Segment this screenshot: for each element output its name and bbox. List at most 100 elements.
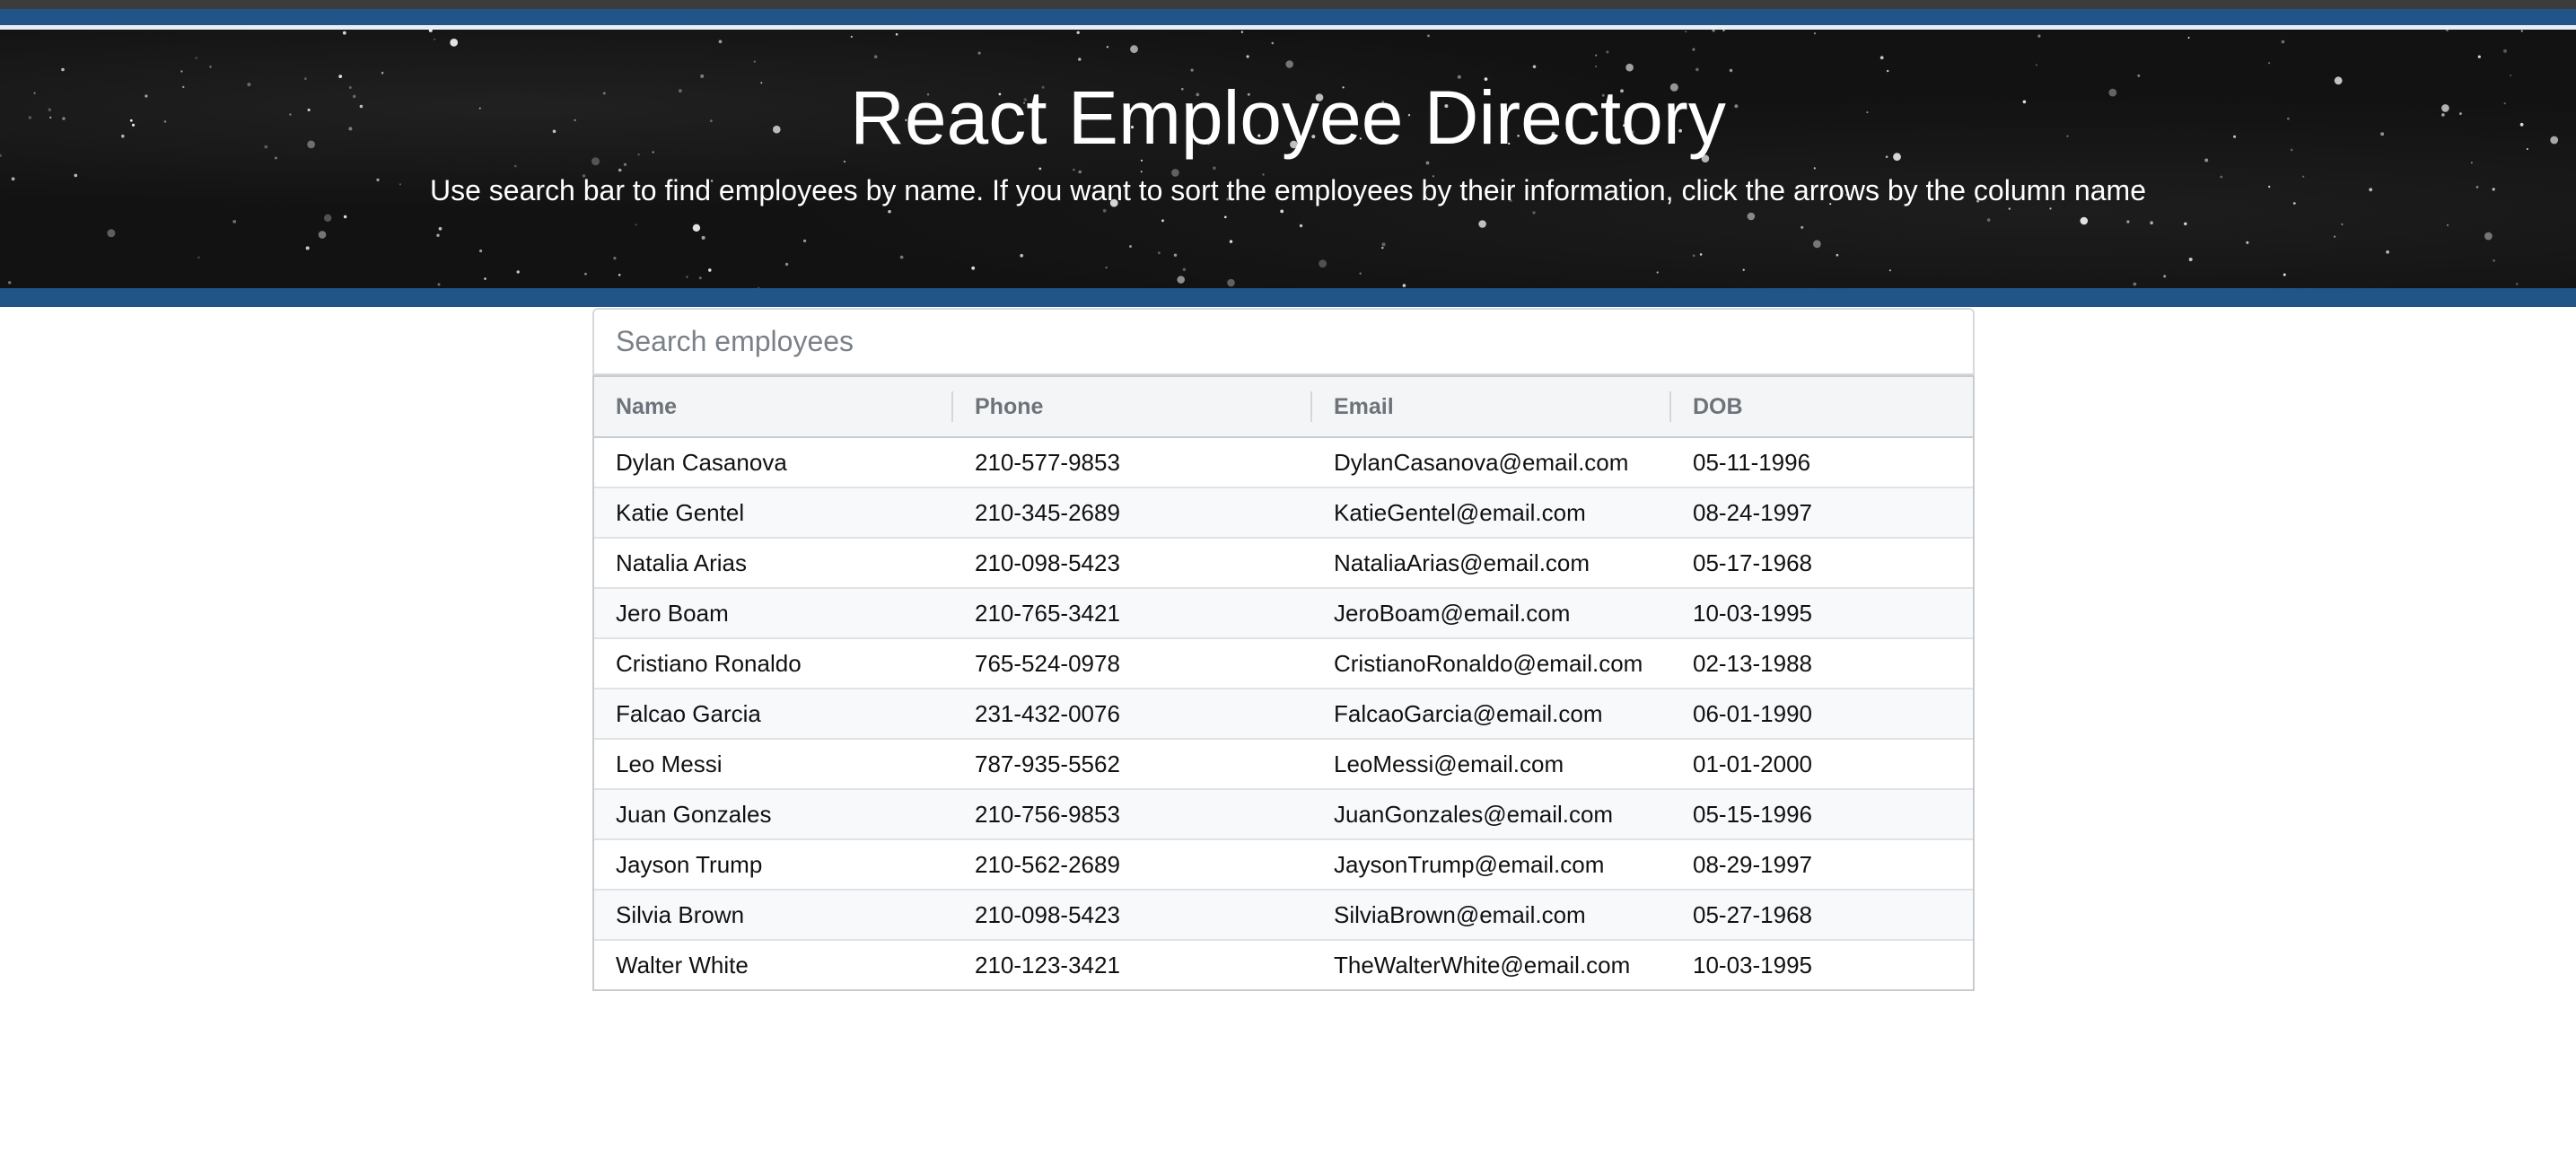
star-dot: [1227, 278, 1235, 287]
star-dot: [718, 39, 723, 44]
star-dot: [2446, 30, 2449, 31]
column-header-dob[interactable]: DOB: [1671, 375, 1973, 438]
star-dot: [1161, 219, 1164, 223]
star-dot: [209, 66, 212, 68]
star-dot: [1699, 253, 1703, 256]
star-dot: [1106, 46, 1108, 48]
star-dot: [1685, 31, 1687, 33]
star-dot: [971, 266, 976, 270]
column-header-name[interactable]: Name: [594, 375, 953, 438]
search-input[interactable]: [592, 308, 1975, 375]
star-dot: [1695, 67, 1699, 72]
cell-dob: 05-27-1968: [1671, 890, 1973, 941]
star-dot: [1271, 41, 1275, 45]
star-dot: [1712, 30, 1715, 32]
table-row: Dylan Casanova 210-577-9853 DylanCasanov…: [594, 437, 1973, 488]
star-dot: [2446, 224, 2449, 226]
column-header-email[interactable]: Email: [1312, 375, 1671, 438]
table-row: Katie Gentel 210-345-2689 KatieGentel@em…: [594, 487, 1973, 539]
star-dot: [895, 33, 898, 36]
star-dot: [2008, 207, 2011, 210]
cell-phone: 231-432-0076: [953, 689, 1312, 740]
hero-banner: React Employee Directory Use search bar …: [0, 30, 2576, 288]
cell-name: Silvia Brown: [594, 890, 953, 941]
cell-email: NataliaArias@email.com: [1312, 538, 1671, 589]
star-dot: [61, 67, 65, 72]
search-container: [592, 308, 1975, 375]
star-dot: [305, 246, 310, 250]
cell-name: Jero Boam: [594, 588, 953, 639]
star-dot: [1801, 225, 1804, 229]
star-dot: [1381, 246, 1384, 250]
star-dot: [692, 224, 701, 232]
star-dot: [784, 262, 789, 267]
star-dot: [1078, 57, 1082, 61]
cell-email: FalcaoGarcia@email.com: [1312, 689, 1671, 740]
star-dot: [753, 60, 756, 63]
star-dot: [1595, 66, 1597, 68]
star-dot: [708, 268, 712, 272]
star-dot: [1692, 254, 1695, 257]
cell-email: CristianoRonaldo@email.com: [1312, 638, 1671, 689]
cell-dob: 06-01-1990: [1671, 689, 1973, 740]
star-dot: [232, 220, 237, 224]
star-dot: [2281, 39, 2285, 44]
star-dot: [1986, 218, 1991, 222]
cell-phone: 210-756-9853: [953, 789, 1312, 840]
star-dot: [1285, 60, 1293, 68]
star-dot: [1656, 271, 1659, 274]
star-dot: [2493, 259, 2495, 262]
star-dot: [1402, 284, 1406, 287]
star-dot: [1157, 251, 1161, 255]
star-dot: [2503, 48, 2507, 53]
star-dot: [2484, 232, 2493, 241]
cell-phone: 210-765-3421: [953, 588, 1312, 639]
table-body: Dylan Casanova 210-577-9853 DylanCasanov…: [594, 437, 1973, 989]
table-row: Juan Gonzales 210-756-9853 JuanGonzales@…: [594, 789, 1973, 840]
star-dot: [1742, 268, 1745, 271]
column-header-label: Name: [616, 393, 678, 419]
column-header-phone[interactable]: Phone: [953, 375, 1312, 438]
star-dot: [1076, 31, 1080, 34]
star-dot: [1020, 253, 1024, 258]
star-dot: [2520, 30, 2523, 32]
table-row: Leo Messi 787-935-5562 LeoMessi@email.co…: [594, 739, 1973, 790]
cell-dob: 01-01-2000: [1671, 739, 1973, 790]
cell-name: Walter White: [616, 951, 749, 979]
star-dot: [2515, 283, 2519, 285]
page-title: React Employee Directory: [850, 75, 1726, 160]
employee-table: Name Phone Email DOB Dylan Casanova 210-…: [594, 375, 1973, 989]
cell-dob: 02-13-1988: [1671, 638, 1973, 689]
star-dot: [888, 210, 891, 214]
employee-table-container: Name Phone Email DOB Dylan Casanova 210-…: [592, 375, 1975, 991]
cell-name: Juan Gonzales: [594, 789, 953, 840]
star-dot: [318, 231, 327, 239]
table-row: Silvia Brown 210-098-5423 SilviaBrown@em…: [594, 890, 1973, 941]
star-dot: [1177, 276, 1185, 284]
star-dot: [1427, 34, 1430, 38]
table-row: Jayson Trump 210-562-2689 JaysonTrump@em…: [594, 839, 1973, 891]
star-dot: [1130, 45, 1138, 54]
star-dot: [2188, 258, 2193, 261]
star-dot: [343, 215, 347, 219]
star-dot: [1173, 253, 1178, 257]
star-dot: [698, 276, 702, 280]
star-dot: [2341, 223, 2344, 226]
table-row: Walter White 210-123-3421 TheWalterWhite…: [594, 940, 1973, 989]
star-dot: [1182, 268, 1187, 272]
star-dot: [1299, 224, 1303, 228]
star-dot: [2126, 220, 2130, 224]
cell-name: Katie Gentel: [594, 487, 953, 539]
star-dot: [635, 224, 637, 226]
star-dot: [1595, 54, 1598, 57]
star-dot: [1879, 56, 1884, 60]
star-dot: [1224, 215, 1227, 219]
star-dot: [1105, 266, 1108, 269]
star-dot: [107, 229, 116, 238]
star-dot: [1140, 171, 1143, 173]
star-dot: [8, 281, 12, 285]
cell-email: JaysonTrump@email.com: [1312, 839, 1671, 891]
table-row: Cristiano Ronaldo 765-524-0978 Cristiano…: [594, 638, 1973, 689]
cell-dob: 05-15-1996: [1671, 789, 1973, 840]
star-dot: [2035, 64, 2038, 66]
